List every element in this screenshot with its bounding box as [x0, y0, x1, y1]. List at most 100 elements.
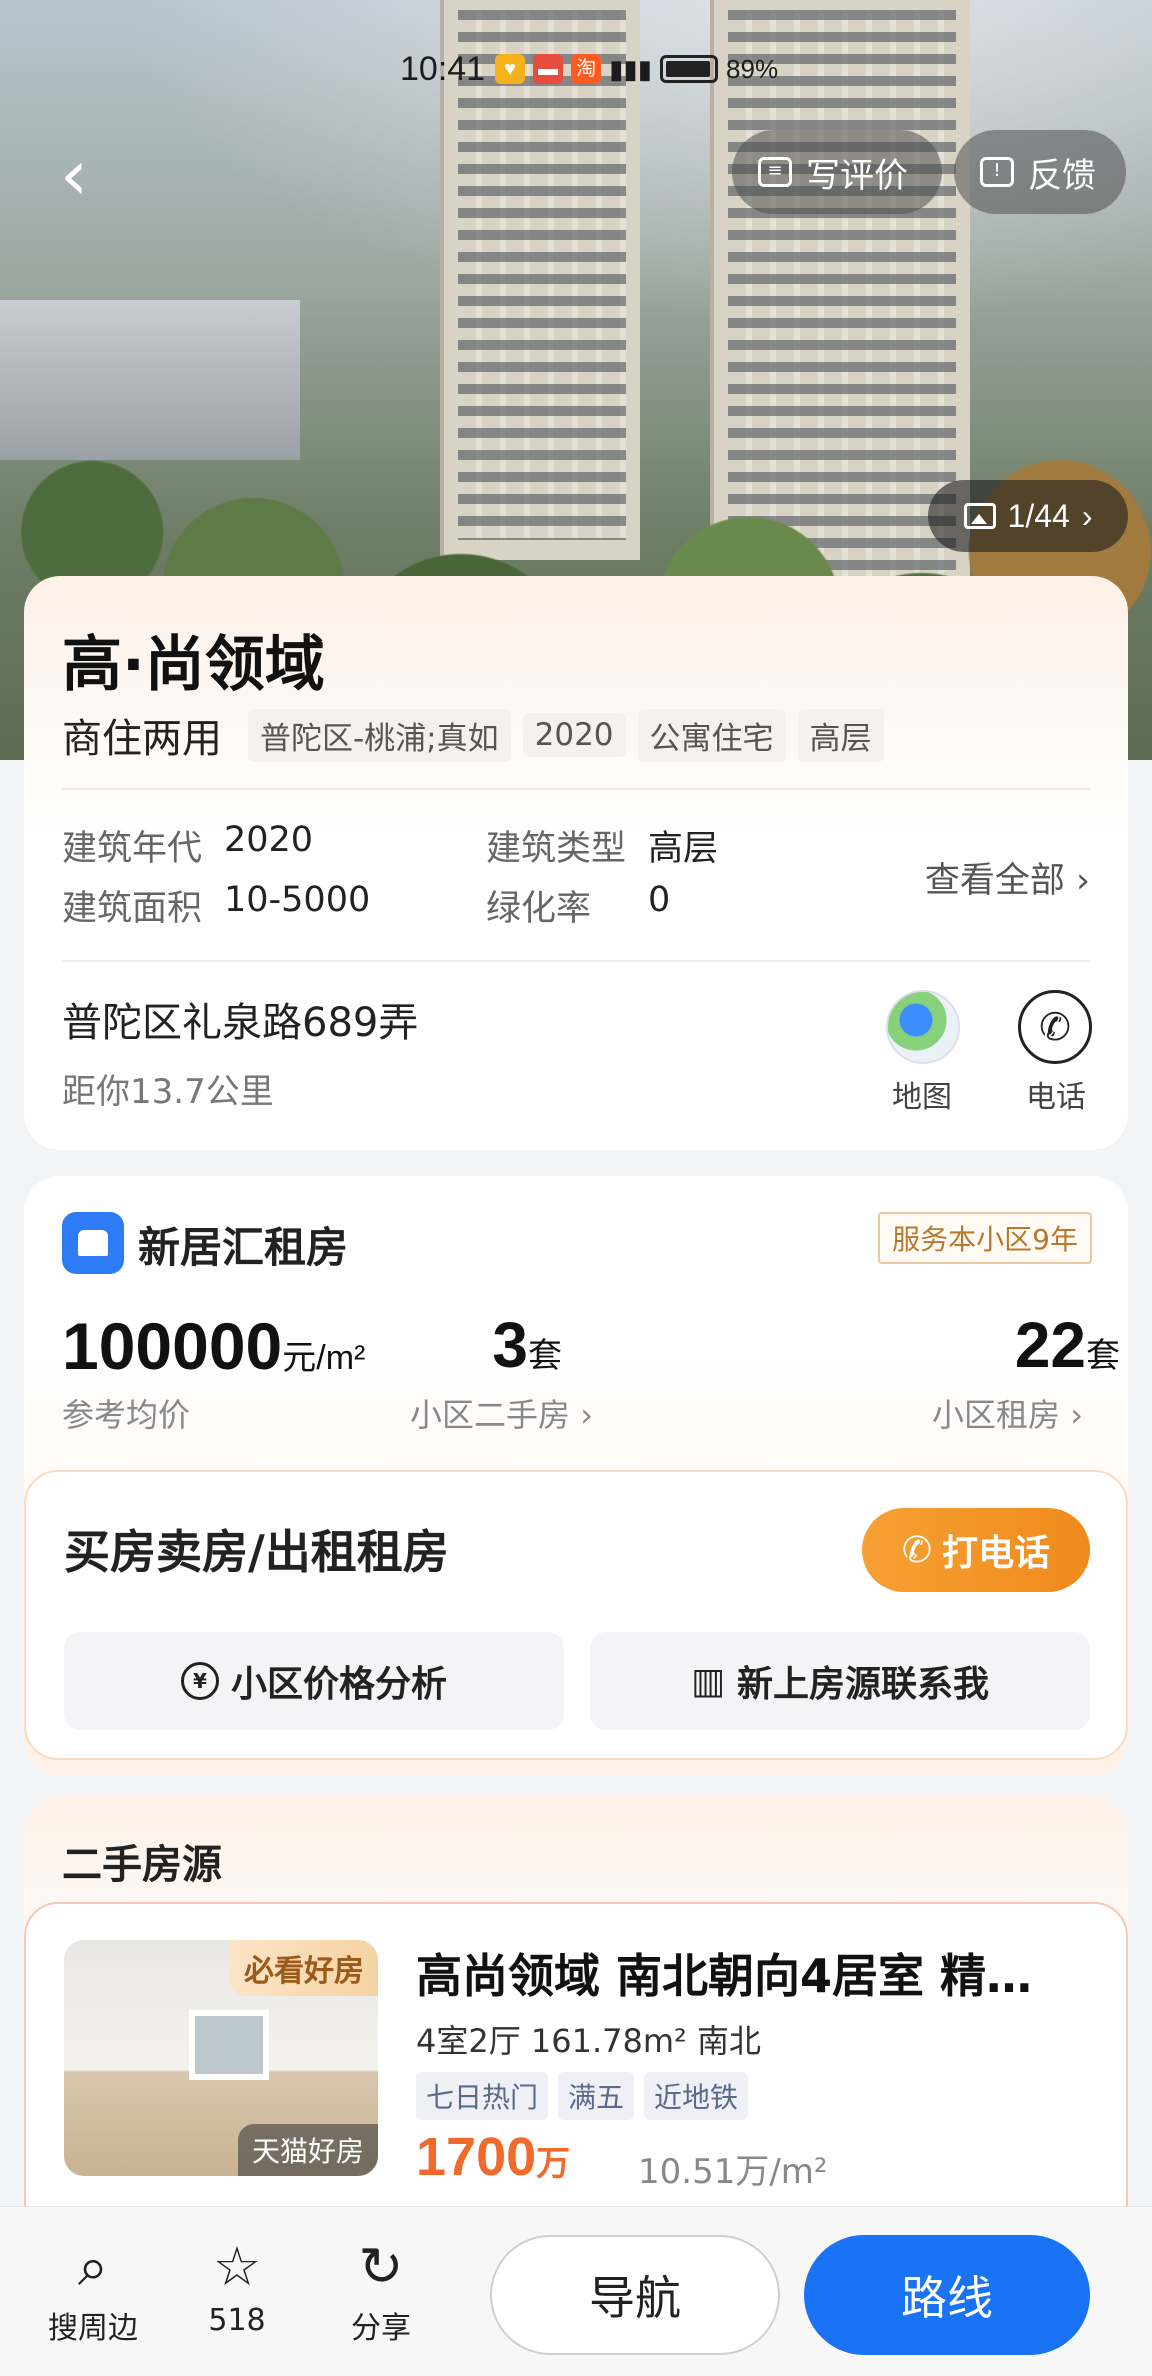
house-logo-icon — [62, 1212, 124, 1274]
map-icon[interactable] — [886, 990, 960, 1064]
taobao-icon: 淘 — [571, 54, 602, 84]
rental-agency-card: 新居汇租房 服务本小区9年 100000元/m² 参考均价 3套 小区二手房 ›… — [24, 1176, 1128, 1776]
search-nearby-button[interactable]: ⌕ 搜周边 — [38, 2237, 148, 2347]
listing-tags: 七日热门 满五 近地铁 — [416, 2072, 749, 2120]
navigation-label: 导航 — [589, 2271, 681, 2325]
service-badge: 服务本小区9年 — [878, 1212, 1092, 1264]
write-review-label: 写评价 — [806, 155, 908, 196]
listing-title: 高尚领域 南北朝向4居室 精… — [416, 1949, 1033, 2003]
rent-count-value: 22 — [1014, 1309, 1086, 1381]
route-label: 路线 — [901, 2271, 993, 2325]
rent-unit: 套 — [1086, 1337, 1120, 1375]
star-icon: ☆ — [212, 2235, 262, 2298]
chevron-right-icon: › — [1076, 861, 1090, 901]
buy-sell-title: 买房卖房/出租租房 — [64, 1525, 449, 1579]
status-bar: 10:41 ♥ ▬ 淘 ▮▮▮ 89% — [400, 44, 778, 94]
share-icon: ↻ — [358, 2235, 404, 2298]
chevron-right-icon: › — [1081, 497, 1093, 534]
tmall-badge: 天猫好房 — [237, 2124, 378, 2176]
listing-thumbnail[interactable]: 必看好房 天猫好房 — [64, 1940, 378, 2176]
call-button[interactable]: ✆ 打电话 — [862, 1508, 1090, 1592]
average-price: 100000元/m² — [62, 1308, 365, 1384]
image-icon — [963, 503, 996, 529]
average-price-label: 参考均价 — [62, 1396, 191, 1434]
review-icon: ≡ — [758, 157, 792, 187]
listing-price-value: 1700 — [416, 2127, 537, 2187]
call-label: 打电话 — [942, 1533, 1051, 1574]
tag-type: 公寓住宅 — [637, 708, 786, 762]
phone-label[interactable]: 电话 — [1026, 1072, 1086, 1116]
route-button[interactable]: 路线 — [804, 2235, 1090, 2355]
chevron-right-icon: › — [1070, 1396, 1083, 1434]
second-hand-unit: 套 — [528, 1337, 562, 1375]
share-button[interactable]: ↻ 分享 — [326, 2237, 436, 2347]
bottom-action-bar: ⌕ 搜周边 ☆ 518 ↻ 分享 导航 路线 — [0, 2206, 1152, 2376]
second-hand-count-value: 3 — [492, 1309, 528, 1381]
green-label: 绿化率 — [486, 889, 592, 929]
second-hand-label: 小区二手房 — [410, 1396, 571, 1434]
tag-district: 普陀区-桃浦;真如 — [248, 708, 511, 762]
price-analysis-label: 小区价格分析 — [230, 1664, 447, 1705]
building-icon: ▥ — [690, 1660, 725, 1702]
listing-meta: 4室2厅 161.78m² 南北 — [416, 2022, 762, 2060]
favorite-button[interactable]: ☆ 518 — [182, 2235, 292, 2339]
area-value: 10-5000 — [224, 880, 371, 920]
feedback-label: 反馈 — [1028, 155, 1096, 196]
view-all-label: 查看全部 — [924, 861, 1065, 901]
average-price-value: 100000 — [62, 1309, 283, 1383]
view-all-link[interactable]: 查看全部 › — [925, 852, 1090, 903]
average-price-unit: 元/m² — [282, 1339, 366, 1377]
build-type-value: 高层 — [648, 829, 719, 869]
status-icons: ♥ ▬ 淘 ▮▮▮ 89% — [495, 54, 778, 85]
new-listing-contact-button[interactable]: ▥ 新上房源联系我 — [590, 1632, 1090, 1730]
must-see-badge: 必看好房 — [230, 1940, 378, 1996]
address[interactable]: 普陀区礼泉路689弄 — [62, 990, 418, 1048]
feedback-button[interactable]: ! 反馈 — [954, 130, 1126, 214]
new-listing-label: 新上房源联系我 — [737, 1664, 990, 1705]
listing-tag: 满五 — [558, 2072, 635, 2120]
divider — [62, 960, 1090, 962]
phone-icon: ✆ — [901, 1529, 933, 1571]
divider — [62, 788, 1090, 790]
second-hand-count[interactable]: 3套 — [462, 1308, 562, 1382]
search-nearby-label: 搜周边 — [48, 2311, 138, 2346]
phone-icon[interactable]: ✆ — [1018, 990, 1092, 1064]
back-button[interactable]: ‹ — [60, 140, 120, 210]
community-name: 高·尚领域 — [62, 630, 325, 700]
status-time: 10:41 — [400, 49, 486, 88]
battery-level: 89% — [726, 53, 779, 84]
section-title: 二手房源 — [62, 1842, 222, 1888]
listing-tag: 七日热门 — [416, 2072, 549, 2120]
window-decoration — [189, 2010, 269, 2080]
listing-unit-price: 10.51万/m² — [638, 2152, 828, 2192]
brand-name[interactable]: 新居汇租房 — [138, 1214, 348, 1275]
rent-label: 小区租房 — [932, 1396, 1061, 1434]
battery-icon — [660, 55, 719, 83]
community-info-card: 高·尚领域 商住两用 普陀区-桃浦;真如 2020 公寓住宅 高层 建筑年代 2… — [24, 576, 1128, 1150]
listing-price: 1700万 — [416, 2126, 570, 2188]
share-label: 分享 — [351, 2311, 411, 2346]
map-label[interactable]: 地图 — [892, 1072, 952, 1116]
buy-sell-card: 买房卖房/出租租房 ✆ 打电话 ¥ 小区价格分析 ▥ 新上房源联系我 — [24, 1470, 1128, 1760]
rent-link[interactable]: 小区租房 › — [932, 1390, 1083, 1436]
photo-counter-text: 1/44 — [1007, 497, 1070, 534]
photo-counter-button[interactable]: 1/44 › — [928, 480, 1128, 552]
green-value: 0 — [648, 880, 671, 920]
write-review-button[interactable]: ≡ 写评价 — [732, 130, 942, 214]
price-analysis-button[interactable]: ¥ 小区价格分析 — [64, 1632, 564, 1730]
app-notification-icon: ♥ — [495, 54, 526, 84]
listing-price-unit: 万 — [536, 2145, 571, 2183]
distance: 距你13.7公里 — [62, 1072, 274, 1112]
app-notification-icon: ▬ — [533, 54, 564, 84]
build-type-label: 建筑类型 — [486, 829, 627, 869]
navigation-button[interactable]: 导航 — [490, 2235, 780, 2355]
area-label: 建筑面积 — [62, 889, 203, 929]
search-icon: ⌕ — [77, 2235, 109, 2298]
tag-height: 高层 — [797, 708, 884, 762]
tag-year: 2020 — [522, 713, 626, 757]
feedback-icon: ! — [980, 157, 1014, 187]
rent-count[interactable]: 22套 — [620, 1308, 1120, 1382]
chevron-right-icon: › — [580, 1396, 593, 1434]
build-year-value: 2020 — [224, 820, 314, 860]
second-hand-link[interactable]: 小区二手房 › — [410, 1390, 593, 1436]
